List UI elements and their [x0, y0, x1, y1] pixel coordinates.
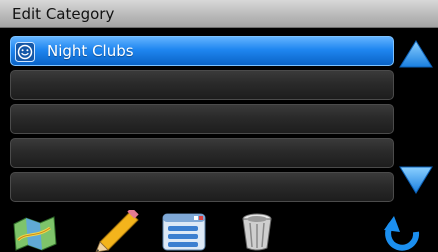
- list-item[interactable]: Night Clubs: [10, 36, 394, 66]
- back-button[interactable]: [378, 210, 428, 252]
- back-arrow-icon: [384, 216, 420, 251]
- pencil-icon: [95, 210, 139, 252]
- map-icon: [13, 216, 57, 251]
- list-item[interactable]: [10, 172, 394, 202]
- smiley-icon: [15, 42, 35, 62]
- trash-icon: [242, 213, 272, 251]
- scroll-down-button[interactable]: [398, 164, 434, 196]
- edit-button[interactable]: [92, 210, 142, 252]
- arrow-down-icon: [399, 166, 433, 194]
- list-item-label: Night Clubs: [47, 42, 134, 60]
- scroll-up-button[interactable]: [398, 38, 434, 70]
- list-icon: [162, 213, 206, 251]
- list-item[interactable]: [10, 104, 394, 134]
- list-item[interactable]: [10, 70, 394, 100]
- arrow-up-icon: [399, 40, 433, 68]
- delete-button[interactable]: [232, 210, 282, 252]
- list-button[interactable]: [160, 210, 210, 252]
- bottom-toolbar: [0, 206, 438, 252]
- list-item[interactable]: [10, 138, 394, 168]
- map-button[interactable]: [10, 210, 60, 252]
- title-bar: Edit Category: [0, 0, 438, 28]
- page-title: Edit Category: [12, 5, 115, 23]
